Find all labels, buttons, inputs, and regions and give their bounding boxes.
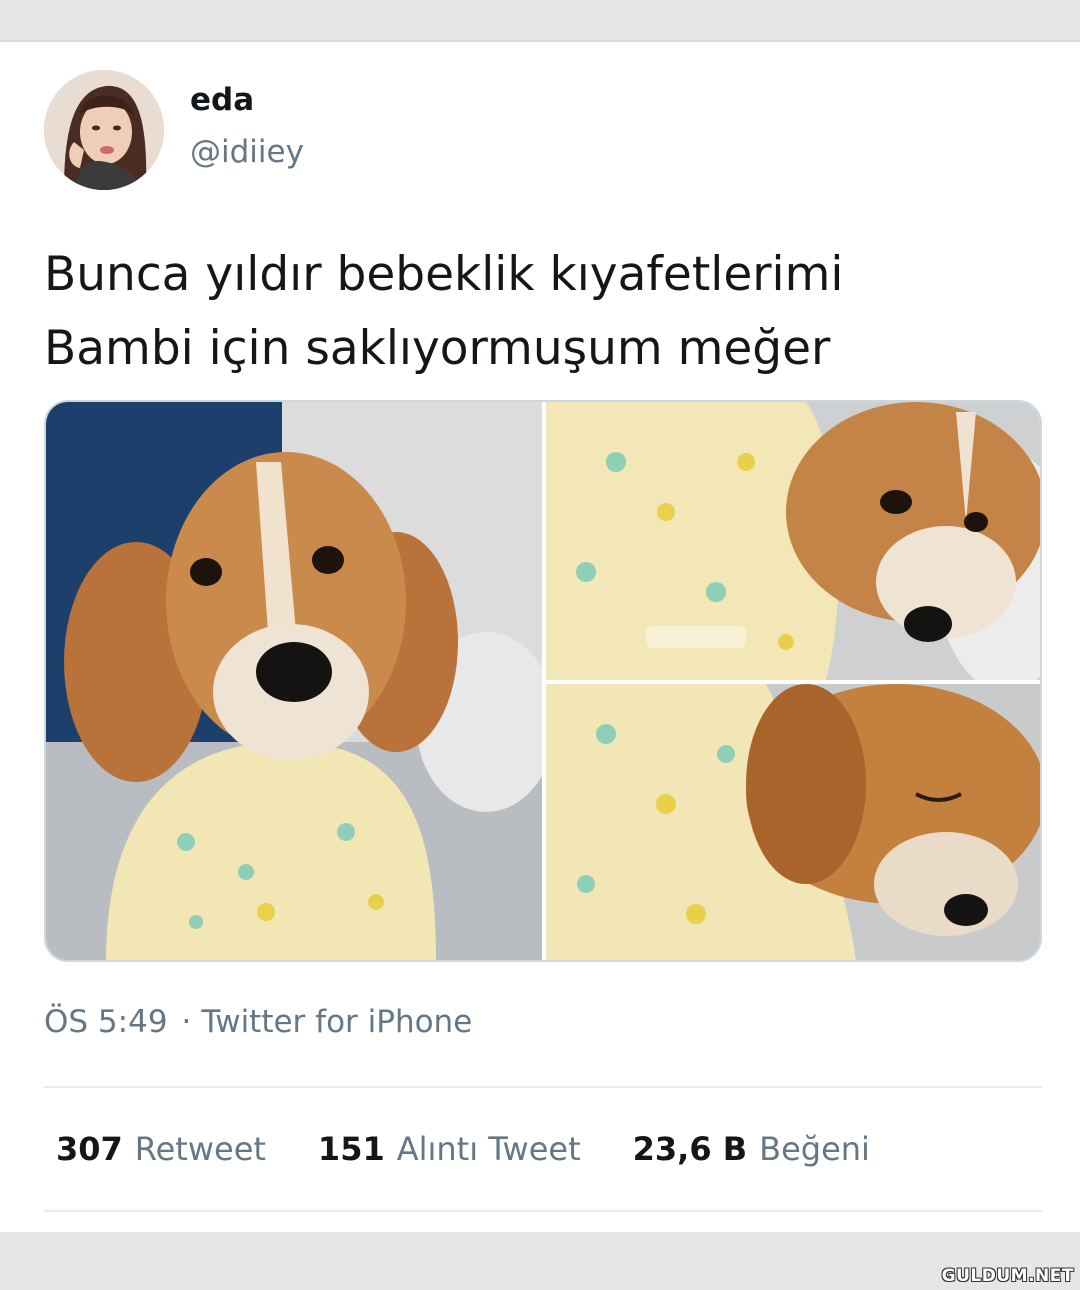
author-handle[interactable]: @idiiey bbox=[190, 134, 304, 170]
retweets-label: Retweet bbox=[134, 1130, 266, 1168]
avatar[interactable] bbox=[44, 70, 164, 190]
tweet-source[interactable]: Twitter for iPhone bbox=[201, 1004, 472, 1040]
tweet-text-line: Bambi için saklıyormuşum meğer bbox=[44, 321, 831, 376]
retweets-count: 307 bbox=[56, 1130, 123, 1168]
likes-label: Beğeni bbox=[759, 1130, 870, 1168]
retweets-stat[interactable]: 307 Retweet bbox=[56, 1130, 266, 1168]
photo-dog-lying[interactable] bbox=[546, 402, 1040, 680]
tweet-time[interactable]: ÖS 5:49 bbox=[44, 1004, 168, 1040]
divider bbox=[44, 1210, 1042, 1212]
quotes-count: 151 bbox=[317, 1130, 385, 1168]
quotes-label: Alıntı Tweet bbox=[396, 1130, 581, 1168]
tweet-meta: ÖS 5:49 · Twitter for iPhone bbox=[44, 1004, 472, 1040]
author-name[interactable]: eda bbox=[190, 82, 254, 118]
watermark: GULDUM.NET bbox=[941, 1266, 1074, 1286]
tweet-stats: 307 Retweet 151 Alıntı Tweet 23,6 B Beğeni bbox=[56, 1130, 922, 1168]
likes-stat[interactable]: 23,6 B Beğeni bbox=[633, 1130, 870, 1168]
tweet-card: eda @idiiey Bunca yıldır bebeklik kıyafe… bbox=[0, 40, 1080, 1232]
divider bbox=[44, 1086, 1042, 1088]
meta-separator: · bbox=[181, 1004, 192, 1040]
likes-count: 23,6 B bbox=[632, 1130, 748, 1168]
tweet-text-line: Bunca yıldır bebeklik kıyafetlerimi bbox=[44, 247, 844, 302]
tweet-text: Bunca yıldır bebeklik kıyafetlerimi Bamb… bbox=[44, 238, 1044, 386]
photo-dog-sleeping[interactable] bbox=[546, 684, 1040, 960]
avatar-image bbox=[44, 70, 164, 190]
media-grid bbox=[44, 400, 1042, 962]
quotes-stat[interactable]: 151 Alıntı Tweet bbox=[318, 1130, 581, 1168]
photo-dog-sitting[interactable] bbox=[46, 402, 542, 960]
